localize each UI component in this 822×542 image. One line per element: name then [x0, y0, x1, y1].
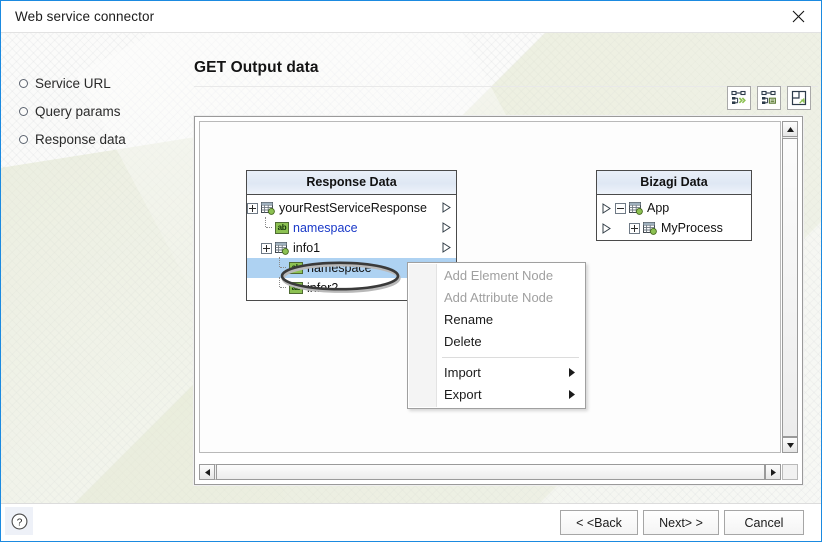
expand-view-icon [791, 90, 807, 106]
tree-node-label: yourRestServiceResponse [279, 201, 427, 215]
map-settings-button[interactable] [757, 86, 781, 110]
tree-node-label: App [647, 201, 670, 215]
tree-elbow-line [275, 257, 286, 275]
mapping-connector-icon[interactable] [441, 222, 452, 233]
menu-item-label: Export [444, 387, 482, 402]
mapping-toolbar [727, 86, 811, 110]
map-settings-icon [761, 90, 777, 106]
auto-map-button[interactable] [727, 86, 751, 110]
tree-node-label: namespace [307, 261, 372, 275]
menu-item-add-element-node[interactable]: Add Element Node [408, 265, 585, 287]
expand-view-button[interactable] [787, 86, 811, 110]
title-divider [194, 86, 818, 87]
attribute-node-icon: ab [289, 262, 303, 274]
scroll-left-button[interactable] [199, 464, 215, 480]
sidebar-item-response-data[interactable]: Response data [1, 125, 186, 153]
back-button[interactable]: < <Back [560, 510, 638, 535]
tree-elbow-line [275, 277, 286, 295]
context-menu: Add Element Node Add Attribute Node Rena… [407, 262, 586, 409]
bizagi-data-tree: App MyProcess [597, 195, 751, 240]
sidebar-item-query-params[interactable]: Query params [1, 97, 186, 125]
element-node-icon [629, 201, 643, 215]
mapping-connector-icon[interactable] [601, 222, 613, 234]
menu-item-export[interactable]: Export [408, 384, 585, 406]
cancel-button[interactable]: Cancel [724, 510, 804, 535]
radio-bullet-icon [19, 78, 28, 88]
element-node-icon [275, 241, 289, 255]
title-bar: Web service connector [1, 1, 821, 33]
radio-bullet-icon [19, 134, 28, 144]
tree-node-label: info1 [293, 241, 321, 255]
dialog-footer: ? < <Back Next> > Cancel [1, 503, 821, 541]
svg-text:?: ? [16, 517, 22, 528]
mapping-connector-icon[interactable] [441, 202, 452, 213]
window-title: Web service connector [15, 9, 155, 24]
submenu-arrow-icon [569, 362, 576, 384]
wizard-body: Service URL Query params Response data G… [1, 33, 821, 505]
element-node-icon [643, 221, 657, 235]
tree-elbow-line [261, 217, 272, 235]
menu-item-rename[interactable]: Rename [408, 309, 585, 331]
wizard-steps-nav: Service URL Query params Response data [1, 69, 186, 153]
auto-map-icon [731, 90, 747, 106]
expand-plus-icon[interactable] [261, 242, 272, 254]
bizagi-data-panel: Bizagi Data App MyProcess [596, 170, 752, 241]
mapping-connector-icon[interactable] [441, 242, 452, 253]
web-service-connector-dialog: Web service connector Service URL Query … [0, 0, 822, 542]
expand-plus-icon[interactable] [629, 222, 640, 234]
scroll-up-button[interactable] [782, 121, 798, 137]
sidebar-item-label: Query params [35, 103, 121, 119]
sidebar-item-label: Response data [35, 131, 126, 147]
response-data-panel-header: Response Data [247, 171, 456, 195]
collapse-minus-icon[interactable] [615, 202, 626, 214]
mapping-canvas: Response Data yourRestServiceResponse ab… [194, 116, 803, 485]
tree-node-row[interactable]: info1 [247, 238, 456, 258]
mapping-canvas-surface[interactable]: Response Data yourRestServiceResponse ab… [199, 121, 781, 453]
scroll-down-button[interactable] [782, 437, 798, 453]
sidebar-item-service-url[interactable]: Service URL [1, 69, 186, 97]
tree-node-label: MyProcess [661, 221, 723, 235]
tree-node-row[interactable]: MyProcess [597, 218, 751, 238]
vertical-scroll-thumb[interactable] [782, 138, 798, 437]
menu-item-label: Import [444, 365, 481, 380]
vertical-scrollbar[interactable] [782, 121, 798, 453]
bizagi-data-panel-header: Bizagi Data [597, 171, 751, 195]
menu-item-add-attribute-node[interactable]: Add Attribute Node [408, 287, 585, 309]
expand-plus-icon[interactable] [247, 202, 258, 214]
tree-node-row[interactable]: ab namespace [247, 217, 456, 238]
tree-node-label: infor2 [307, 281, 339, 295]
tree-node-label: namespace [293, 221, 358, 235]
attribute-node-icon: ab [289, 282, 303, 294]
sidebar-item-label: Service URL [35, 75, 111, 91]
content-area: GET Output data Response Data yourRestSe… [186, 33, 821, 505]
submenu-arrow-icon [569, 384, 576, 406]
help-icon[interactable]: ? [5, 507, 33, 535]
horizontal-scroll-thumb[interactable] [216, 464, 765, 480]
next-button[interactable]: Next> > [643, 510, 719, 535]
menu-separator [442, 357, 579, 358]
tree-node-row[interactable]: yourRestServiceResponse [247, 198, 456, 218]
menu-item-delete[interactable]: Delete [408, 331, 585, 353]
menu-item-import[interactable]: Import [408, 362, 585, 384]
horizontal-scrollbar[interactable] [199, 464, 781, 480]
element-node-icon [261, 201, 275, 215]
scroll-right-button[interactable] [765, 464, 781, 480]
attribute-node-icon: ab [275, 222, 289, 234]
tree-node-row[interactable]: App [597, 198, 751, 218]
radio-bullet-icon [19, 106, 28, 116]
page-title: GET Output data [194, 59, 319, 76]
mapping-connector-icon[interactable] [601, 202, 613, 214]
close-icon[interactable] [775, 1, 821, 32]
scrollbar-corner [782, 464, 798, 480]
